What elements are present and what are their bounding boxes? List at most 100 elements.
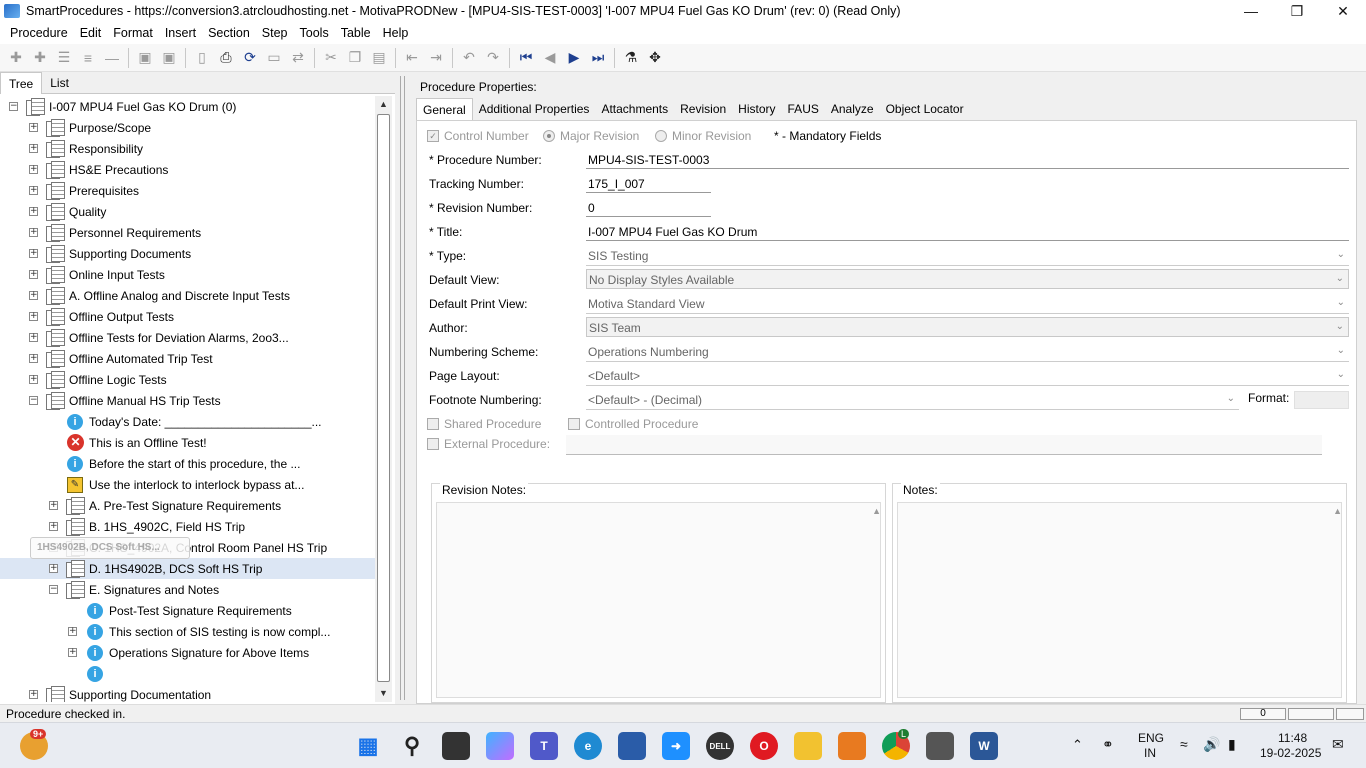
print-icon[interactable]: ⎙ <box>214 46 238 70</box>
move-icon[interactable]: ✥ <box>643 46 667 70</box>
minimize-button[interactable]: — <box>1228 0 1274 22</box>
menu-format[interactable]: Format <box>107 26 159 40</box>
expand-icon[interactable]: + <box>29 312 38 321</box>
shared-procedure-checkbox[interactable]: Shared Procedure <box>427 417 541 431</box>
external-procedure-checkbox[interactable]: External Procedure: <box>427 437 550 451</box>
tree-item[interactable]: + Offline Logic Tests <box>0 369 375 390</box>
redo-icon[interactable]: ↷ <box>481 46 505 70</box>
tab-revision[interactable]: Revision <box>674 98 732 120</box>
expand-icon[interactable]: + <box>29 186 38 195</box>
expand-icon[interactable]: + <box>29 270 38 279</box>
file-explorer-icon[interactable] <box>794 732 822 760</box>
tree-item[interactable]: + i This section of SIS testing is now com… <box>0 621 375 642</box>
refresh-icon[interactable]: ⟳ <box>238 46 262 70</box>
add-child-icon[interactable]: ✚ <box>28 46 52 70</box>
expand-icon[interactable]: + <box>29 249 38 258</box>
transfer-icon[interactable]: ⇄ <box>286 46 310 70</box>
add-icon[interactable]: ✚ <box>4 46 28 70</box>
notes-field[interactable] <box>897 502 1342 698</box>
expand-icon[interactable]: + <box>49 501 58 510</box>
collapse-icon[interactable]: − <box>9 102 18 111</box>
expand-icon[interactable]: + <box>29 333 38 342</box>
tree-item-root[interactable]: − I-007 MPU4 Fuel Gas KO Drum (0) <box>0 96 375 117</box>
expand-icon[interactable]: + <box>49 522 58 531</box>
tree-item[interactable]: + i Operations Signature for Above Items <box>0 642 375 663</box>
scroll-up-icon[interactable]: ▲ <box>375 96 392 113</box>
last-icon[interactable]: ⏭ <box>586 46 610 70</box>
battery-icon[interactable]: ▮ <box>1228 736 1236 753</box>
expand-icon[interactable]: + <box>29 291 38 300</box>
next-icon[interactable]: ▶ <box>562 46 586 70</box>
numbering-scheme-select[interactable]: Operations Numbering ⌄ <box>586 342 1349 362</box>
collapse-icon[interactable]: − <box>29 396 38 405</box>
major-revision-radio[interactable]: Major Revision <box>543 129 639 143</box>
menu-table[interactable]: Table <box>335 26 377 40</box>
menu-section[interactable]: Section <box>202 26 256 40</box>
indent-icon[interactable]: ⇥ <box>424 46 448 70</box>
tree-item-selected[interactable]: + D. 1HS4902B, DCS Soft HS Trip <box>0 558 375 579</box>
revision-notes-field[interactable] <box>436 502 881 698</box>
tab-additional-properties[interactable]: Additional Properties <box>473 98 596 120</box>
tab-history[interactable]: History <box>732 98 781 120</box>
undo-icon[interactable]: ↶ <box>457 46 481 70</box>
expand-icon[interactable]: + <box>29 228 38 237</box>
task-view-icon[interactable] <box>442 732 470 760</box>
remote-app-icon[interactable] <box>926 732 954 760</box>
expand-icon[interactable]: + <box>29 123 38 132</box>
minor-revision-radio[interactable]: Minor Revision <box>655 129 751 143</box>
notification-icon[interactable]: ✉ <box>1332 736 1344 753</box>
expand-icon[interactable]: + <box>29 144 38 153</box>
controlled-procedure-checkbox[interactable]: Controlled Procedure <box>568 417 698 431</box>
tree-item[interactable]: + Prerequisites <box>0 180 375 201</box>
procedure-number-field[interactable]: MPU4-SIS-TEST-0003 <box>586 149 1349 169</box>
tab-analyze[interactable]: Analyze <box>825 98 880 120</box>
find-icon[interactable]: ⚗ <box>619 46 643 70</box>
tree-item[interactable]: + Offline Automated Trip Test <box>0 348 375 369</box>
tree-item[interactable]: + Responsibility <box>0 138 375 159</box>
delete-icon[interactable]: ▯ <box>190 46 214 70</box>
tree-item[interactable]: i Today's Date: ______________________... <box>0 411 375 432</box>
outdent-icon[interactable]: ⇤ <box>400 46 424 70</box>
power-automate-icon[interactable]: ➜ <box>662 732 690 760</box>
volume-icon[interactable]: 🔊 <box>1203 736 1220 753</box>
list-icon[interactable]: ☰ <box>52 46 76 70</box>
tree-item[interactable]: i <box>0 663 375 684</box>
language-indicator[interactable]: ENG <box>1138 731 1164 745</box>
title-field[interactable]: I-007 MPU4 Fuel Gas KO Drum <box>586 221 1349 241</box>
menu-tools[interactable]: Tools <box>294 26 335 40</box>
collapse-icon[interactable]: − <box>49 585 58 594</box>
tree-item[interactable]: + Offline Tests for Deviation Alarms, 2oo… <box>0 327 375 348</box>
tree-item[interactable]: + A. Offline Analog and Discrete Input Te… <box>0 285 375 306</box>
expand-icon[interactable]: + <box>68 627 77 636</box>
restore-button[interactable]: ❐ <box>1274 0 1320 22</box>
expand-icon[interactable]: + <box>29 375 38 384</box>
remove-icon[interactable]: — <box>100 46 124 70</box>
expand-icon[interactable]: + <box>29 690 38 699</box>
tree-item[interactable]: − Offline Manual HS Trip Tests <box>0 390 375 411</box>
control-number-checkbox[interactable]: ✓ Control Number <box>427 129 529 143</box>
tree-item[interactable]: + Online Input Tests <box>0 264 375 285</box>
scroll-up-icon[interactable]: ▲ <box>872 506 881 516</box>
tree-item[interactable]: + Personnel Requirements <box>0 222 375 243</box>
save-icon[interactable]: ▣ <box>133 46 157 70</box>
expand-icon[interactable]: + <box>29 354 38 363</box>
tree-item[interactable]: i Before the start of this procedure, the… <box>0 453 375 474</box>
footnote-numbering-select[interactable]: <Default> - (Decimal) ⌄ <box>586 390 1239 410</box>
teams-icon[interactable]: T <box>530 732 558 760</box>
scroll-down-icon[interactable]: ▼ <box>375 685 392 702</box>
tab-faus[interactable]: FAUS <box>782 98 825 120</box>
search-icon[interactable]: ⚲ <box>398 732 426 760</box>
first-icon[interactable]: ⏮ <box>514 46 538 70</box>
default-print-view-select[interactable]: Motiva Standard View ⌄ <box>586 294 1349 314</box>
close-button[interactable]: ✕ <box>1320 0 1366 22</box>
scroll-up-icon[interactable]: ▲ <box>1333 506 1342 516</box>
paste-icon[interactable]: ▤ <box>367 46 391 70</box>
tree-item[interactable]: i Post-Test Signature Requirements <box>0 600 375 621</box>
panel-splitter[interactable] <box>395 72 410 704</box>
tab-list[interactable]: List <box>42 72 77 94</box>
tree-item[interactable]: + HS&E Precautions <box>0 159 375 180</box>
tree-scrollbar[interactable]: ▲ ▼ <box>375 96 392 702</box>
previous-icon[interactable]: ◀ <box>538 46 562 70</box>
expand-icon[interactable]: + <box>68 648 77 657</box>
tree-item[interactable]: + Purpose/Scope <box>0 117 375 138</box>
